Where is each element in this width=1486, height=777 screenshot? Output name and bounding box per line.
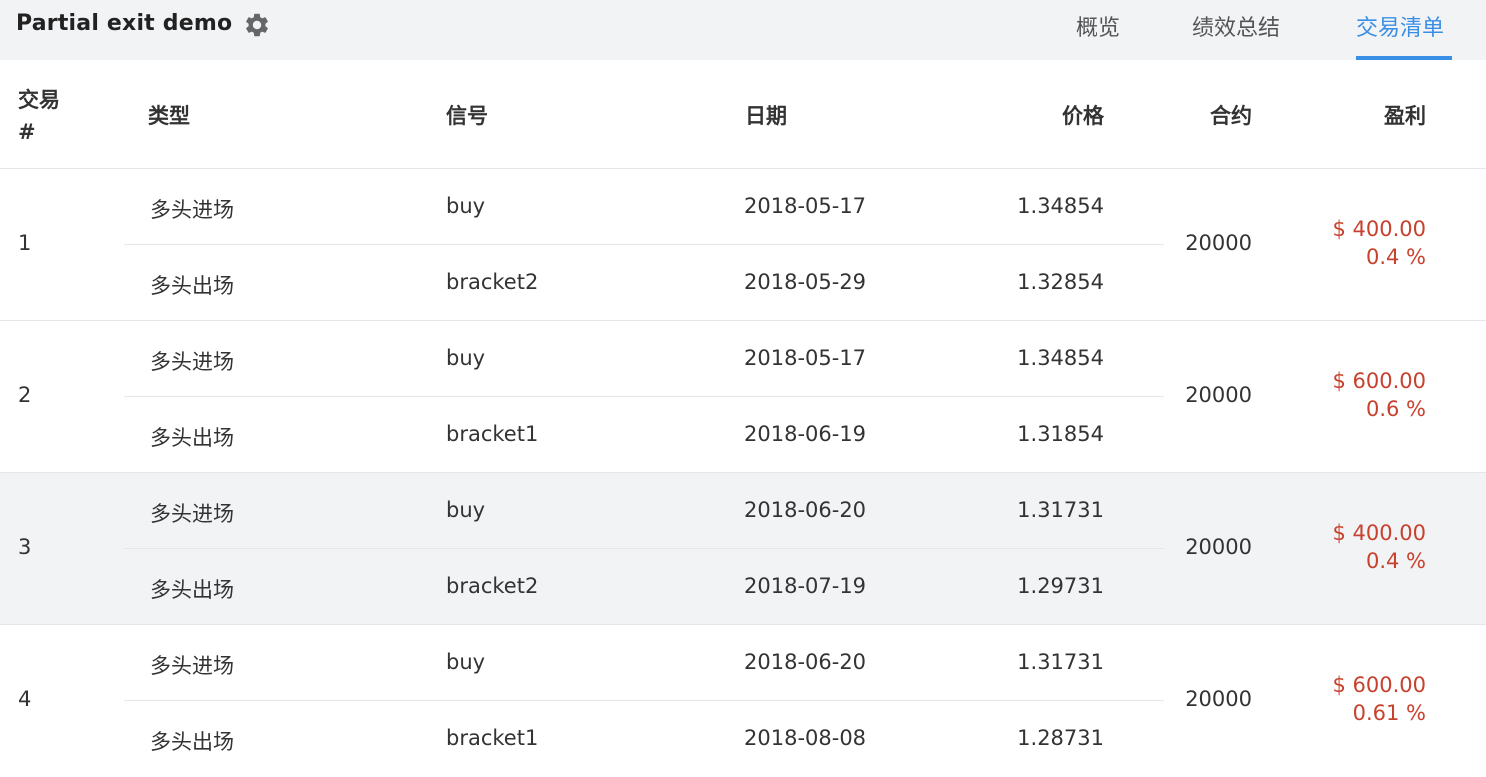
contracts: 20000 <box>1185 231 1252 255</box>
top-bar: Partial exit demo 概览 绩效总结 交易清单 <box>0 0 1486 60</box>
column-header-profit: 盈利 <box>1384 104 1426 128</box>
profit: $ 600.00 0.6 % <box>1332 367 1426 423</box>
table-row: 2 多头进场 buy 2018-05-17 1.34854 多头出场 brack… <box>0 321 1486 473</box>
tab-overview[interactable]: 概览 <box>1076 10 1120 42</box>
row-divider <box>124 700 1164 701</box>
exit-price: 1.31854 <box>1017 422 1104 446</box>
profit: $ 400.00 0.4 % <box>1332 519 1426 575</box>
exit-type: 多头出场 <box>150 730 234 754</box>
row-divider <box>124 548 1164 549</box>
entry-signal: buy <box>446 194 486 218</box>
entry-price: 1.34854 <box>1017 194 1104 218</box>
exit-type: 多头出场 <box>150 426 234 450</box>
exit-type: 多头出场 <box>150 578 234 602</box>
entry-signal: buy <box>446 346 486 370</box>
exit-price: 1.28731 <box>1017 726 1104 750</box>
exit-price: 1.29731 <box>1017 574 1104 598</box>
profit-percent: 0.4 % <box>1365 245 1426 269</box>
exit-date: 2018-08-08 <box>744 726 867 750</box>
profit-percent: 0.4 % <box>1365 549 1426 573</box>
tab-performance-summary[interactable]: 绩效总结 <box>1192 10 1280 42</box>
exit-type: 多头出场 <box>150 274 234 298</box>
table-row: 1 多头进场 buy 2018-05-17 1.34854 多头出场 brack… <box>0 169 1486 321</box>
table-row: 3 多头进场 buy 2018-06-20 1.31731 多头出场 brack… <box>0 473 1486 625</box>
entry-price: 1.31731 <box>1017 498 1104 522</box>
entry-price: 1.31731 <box>1017 650 1104 674</box>
trade-number: 1 <box>18 231 32 255</box>
strategy-title: Partial exit demo <box>16 11 233 36</box>
exit-date: 2018-05-29 <box>744 270 867 294</box>
contracts: 20000 <box>1185 383 1252 407</box>
entry-price: 1.34854 <box>1017 346 1104 370</box>
row-divider <box>124 244 1164 245</box>
exit-date: 2018-06-19 <box>744 422 867 446</box>
profit: $ 400.00 0.4 % <box>1332 215 1426 271</box>
tab-trade-list[interactable]: 交易清单 <box>1356 10 1444 42</box>
entry-date: 2018-05-17 <box>744 346 867 370</box>
entry-type: 多头进场 <box>150 654 234 678</box>
exit-date: 2018-07-19 <box>744 574 867 598</box>
profit-amount: $ 600.00 <box>1332 673 1426 697</box>
gear-icon[interactable] <box>243 11 271 39</box>
exit-signal: bracket2 <box>446 574 539 598</box>
entry-date: 2018-05-17 <box>744 194 867 218</box>
column-header-date: 日期 <box>745 104 787 128</box>
column-header-trade-no: 交易 # <box>18 88 60 144</box>
column-header-price: 价格 <box>1062 104 1104 128</box>
entry-signal: buy <box>446 650 486 674</box>
profit-amount: $ 600.00 <box>1332 369 1426 393</box>
profit-percent: 0.61 % <box>1352 701 1426 725</box>
entry-signal: buy <box>446 498 486 522</box>
column-header-type: 类型 <box>148 104 190 128</box>
trade-number: 3 <box>18 535 32 559</box>
exit-signal: bracket2 <box>446 270 539 294</box>
active-tab-indicator <box>1356 56 1452 60</box>
exit-signal: bracket1 <box>446 422 539 446</box>
profit: $ 600.00 0.61 % <box>1332 671 1426 727</box>
table-row: 4 多头进场 buy 2018-06-20 1.31731 多头出场 brack… <box>0 625 1486 777</box>
trade-number: 2 <box>18 383 32 407</box>
trade-number: 4 <box>18 687 32 711</box>
column-header-contracts: 合约 <box>1210 104 1252 128</box>
profit-percent: 0.6 % <box>1365 397 1426 421</box>
entry-date: 2018-06-20 <box>744 650 867 674</box>
exit-signal: bracket1 <box>446 726 539 750</box>
contracts: 20000 <box>1185 535 1252 559</box>
entry-type: 多头进场 <box>150 198 234 222</box>
profit-amount: $ 400.00 <box>1332 521 1426 545</box>
entry-date: 2018-06-20 <box>744 498 867 522</box>
exit-price: 1.32854 <box>1017 270 1104 294</box>
contracts: 20000 <box>1185 687 1252 711</box>
profit-amount: $ 400.00 <box>1332 217 1426 241</box>
entry-type: 多头进场 <box>150 350 234 374</box>
column-header-signal: 信号 <box>446 104 488 128</box>
row-divider <box>124 396 1164 397</box>
entry-type: 多头进场 <box>150 502 234 526</box>
